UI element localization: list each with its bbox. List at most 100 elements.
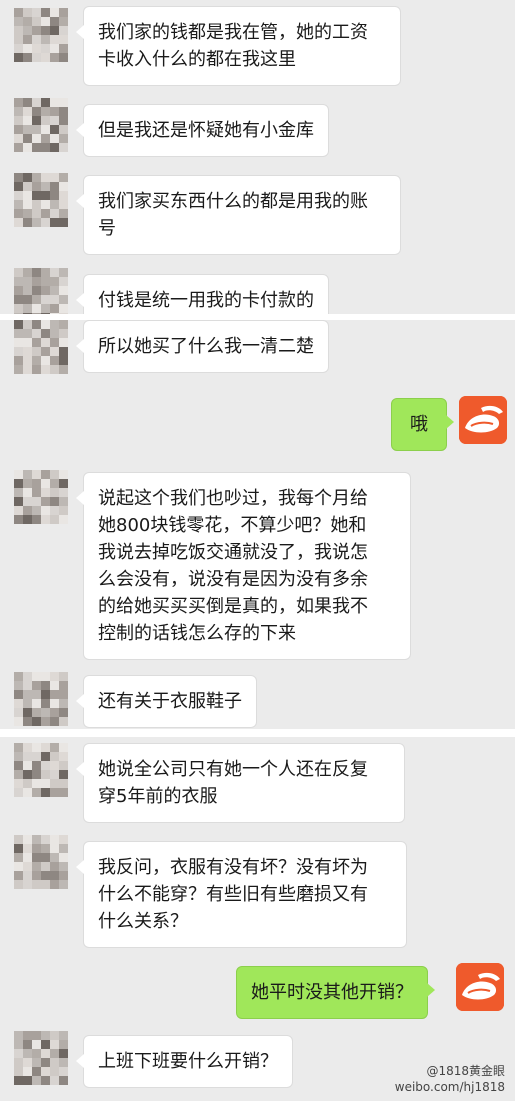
avatar-mosaic-tile: [41, 743, 50, 752]
avatar-mosaic-tile: [14, 853, 23, 862]
contact-avatar[interactable]: [14, 173, 68, 227]
avatar-mosaic-tile: [41, 347, 50, 356]
avatar-mosaic-tile: [32, 470, 41, 479]
avatar-mosaic-tile: [50, 1040, 59, 1049]
avatar-mosaic-tile: [32, 779, 41, 788]
avatar-mosaic-tile: [23, 286, 32, 295]
avatar-mosaic-tile: [23, 98, 32, 107]
avatar-mosaic-tile: [32, 761, 41, 770]
avatar-mosaic-tile: [23, 295, 32, 304]
avatar-mosaic-tile: [23, 143, 32, 152]
avatar-mosaic-tile: [50, 761, 59, 770]
avatar-mosaic-tile: [59, 53, 68, 62]
contact-avatar[interactable]: [14, 470, 68, 524]
avatar-mosaic-tile: [41, 672, 50, 681]
avatar-mosaic-tile: [32, 304, 41, 313]
avatar-mosaic-tile: [59, 844, 68, 853]
avatar-mosaic-tile: [59, 788, 68, 797]
avatar-mosaic-tile: [41, 1031, 50, 1040]
avatar-mosaic-tile: [23, 26, 32, 35]
avatar-mosaic-tile: [23, 200, 32, 209]
avatar-mosaic-tile: [14, 134, 23, 143]
avatar-mosaic-tile: [23, 880, 32, 889]
avatar-mosaic-tile: [50, 338, 59, 347]
contact-avatar[interactable]: [14, 8, 68, 62]
avatar-mosaic-tile: [23, 479, 32, 488]
avatar-mosaic-tile: [59, 479, 68, 488]
contact-avatar[interactable]: [14, 743, 68, 797]
avatar-mosaic-tile: [41, 699, 50, 708]
avatar-mosaic-tile: [50, 497, 59, 506]
avatar-mosaic-tile: [23, 338, 32, 347]
avatar-mosaic-tile: [14, 717, 23, 726]
avatar-mosaic-tile: [23, 1049, 32, 1058]
avatar-mosaic-tile: [14, 218, 23, 227]
avatar-mosaic-tile: [50, 365, 59, 374]
avatar-mosaic-tile: [14, 209, 23, 218]
avatar-mosaic-tile: [32, 1040, 41, 1049]
avatar-mosaic-tile: [32, 880, 41, 889]
avatar-mosaic-tile: [32, 1031, 41, 1040]
avatar-mosaic-tile: [32, 1049, 41, 1058]
avatar-mosaic-tile: [50, 708, 59, 717]
avatar-mosaic-tile: [50, 17, 59, 26]
avatar-mosaic-tile: [32, 173, 41, 182]
avatar-mosaic-tile: [32, 182, 41, 191]
avatar-mosaic-tile: [14, 506, 23, 515]
avatar-mosaic-tile: [50, 699, 59, 708]
avatar-mosaic-tile: [41, 853, 50, 862]
avatar-mosaic-tile: [23, 277, 32, 286]
avatar-mosaic-tile: [50, 862, 59, 871]
avatar-mosaic-tile: [23, 268, 32, 277]
avatar-mosaic-tile: [14, 835, 23, 844]
avatar-mosaic-tile: [50, 200, 59, 209]
avatar-mosaic-tile: [14, 690, 23, 699]
avatar-mosaic-tile: [41, 44, 50, 53]
avatar-mosaic-tile: [41, 752, 50, 761]
avatar-mosaic-tile: [50, 286, 59, 295]
my-avatar-icon[interactable]: [456, 963, 504, 1011]
avatar-mosaic-tile: [14, 295, 23, 304]
my-avatar-icon[interactable]: [459, 396, 507, 444]
avatar-mosaic-tile: [14, 844, 23, 853]
avatar-mosaic-tile: [32, 143, 41, 152]
contact-avatar[interactable]: [14, 268, 68, 314]
avatar-mosaic-tile: [59, 218, 68, 227]
avatar-mosaic-tile: [59, 286, 68, 295]
avatar-mosaic-tile: [23, 506, 32, 515]
avatar-mosaic-tile: [32, 1076, 41, 1085]
avatar-mosaic-tile: [41, 1076, 50, 1085]
avatar-mosaic-tile: [23, 173, 32, 182]
avatar-mosaic-tile: [23, 44, 32, 53]
avatar-mosaic-tile: [41, 1040, 50, 1049]
avatar-mosaic-tile: [59, 672, 68, 681]
avatar-mosaic-tile: [23, 835, 32, 844]
chat-panel-3: 她说全公司只有她一个人还在反复 穿5年前的衣服 我反问，衣服有没有坏？没有坏为 …: [0, 737, 515, 1101]
avatar-mosaic-tile: [23, 752, 32, 761]
avatar-mosaic-tile: [59, 143, 68, 152]
avatar-mosaic-tile: [23, 209, 32, 218]
avatar-mosaic-tile: [41, 708, 50, 717]
contact-avatar[interactable]: [14, 672, 68, 726]
avatar-mosaic-tile: [23, 329, 32, 338]
contact-avatar[interactable]: [14, 1031, 68, 1085]
avatar-mosaic-tile: [41, 844, 50, 853]
avatar-mosaic-tile: [41, 365, 50, 374]
avatar-mosaic-tile: [59, 752, 68, 761]
orange-shoe-logo-icon: [456, 963, 504, 1011]
avatar-mosaic-tile: [23, 690, 32, 699]
avatar-mosaic-tile: [59, 1076, 68, 1085]
avatar-mosaic-tile: [41, 880, 50, 889]
avatar-mosaic-tile: [14, 1076, 23, 1085]
contact-avatar[interactable]: [14, 320, 68, 374]
avatar-mosaic-tile: [32, 770, 41, 779]
avatar-mosaic-tile: [14, 743, 23, 752]
contact-avatar[interactable]: [14, 835, 68, 889]
contact-avatar[interactable]: [14, 98, 68, 152]
avatar-mosaic-tile: [14, 347, 23, 356]
avatar-mosaic-tile: [59, 191, 68, 200]
avatar-mosaic-tile: [32, 479, 41, 488]
avatar-mosaic-tile: [41, 98, 50, 107]
avatar-mosaic-tile: [50, 770, 59, 779]
avatar-mosaic-tile: [59, 779, 68, 788]
